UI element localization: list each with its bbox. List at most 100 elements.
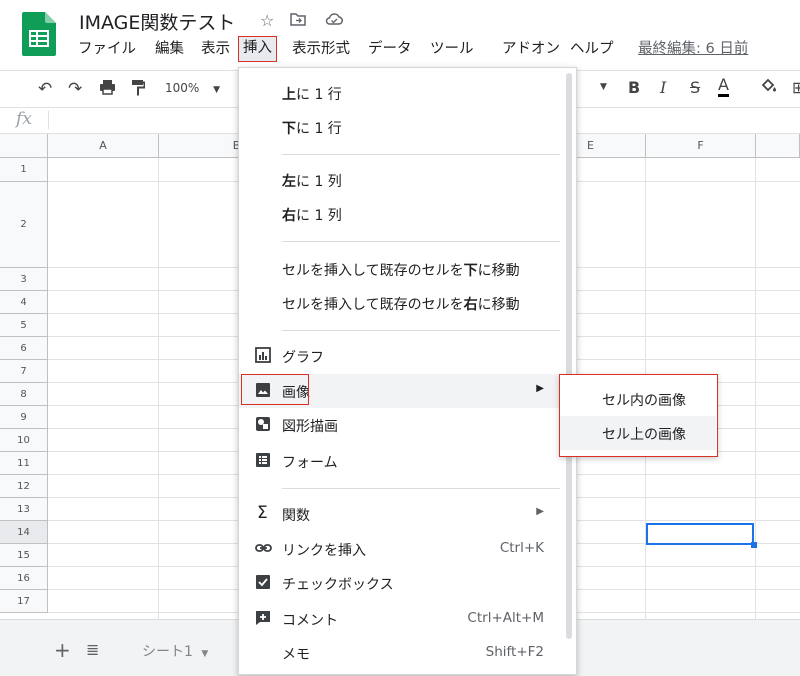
menu-file[interactable]: ファイル — [74, 36, 140, 62]
label-bold: 下 — [282, 121, 296, 137]
shortcut: Ctrl+K — [499, 540, 544, 556]
row-header-5[interactable]: 5 — [0, 314, 48, 337]
insert-column-left[interactable]: 左に 1 列 — [239, 163, 576, 197]
insert-checkbox[interactable]: チェックボックス — [239, 566, 576, 600]
row-header-15[interactable]: 15 — [0, 544, 48, 567]
row-header-3[interactable]: 3 — [0, 268, 48, 291]
fill-color-icon[interactable] — [760, 78, 778, 98]
row-header-8[interactable]: 8 — [0, 383, 48, 406]
label: セル上の画像 — [602, 427, 686, 443]
app-header: IMAGE関数テスト ☆ ファイル 編集 表示 挿入 表示形式 データ ツール … — [0, 0, 800, 70]
selected-cell-f14[interactable] — [646, 523, 754, 545]
borders-icon[interactable]: ⊞ — [792, 78, 800, 97]
insert-row-above[interactable]: 上に 1 行 — [239, 76, 576, 110]
row-header-2[interactable]: 2 — [0, 182, 48, 268]
menu-insert[interactable]: 挿入 — [238, 36, 277, 62]
sheets-logo-icon[interactable] — [22, 12, 56, 56]
checkbox-icon — [255, 574, 272, 591]
insert-function[interactable]: Σ 関数 ▶ — [239, 497, 576, 531]
label-rest: に 1 行 — [296, 121, 342, 137]
insert-cells-shift-down[interactable]: セルを挿入して既存のセルを下に移動 — [239, 252, 576, 286]
menu-separator — [282, 330, 560, 331]
strikethrough-icon[interactable]: S — [690, 78, 700, 97]
label-rest: に 1 列 — [296, 208, 342, 224]
label: チェックボックス — [282, 577, 394, 593]
row-header-12[interactable]: 12 — [0, 475, 48, 498]
label-pre: セルを挿入して既存のセルを — [282, 297, 464, 313]
menu-separator — [282, 488, 560, 489]
link-icon — [255, 540, 272, 557]
all-sheets-icon[interactable]: ≣ — [86, 640, 99, 659]
insert-column-right[interactable]: 右に 1 列 — [239, 197, 576, 231]
form-icon — [255, 452, 272, 469]
insert-link[interactable]: リンクを挿入 Ctrl+K — [239, 532, 576, 566]
row-header-13[interactable]: 13 — [0, 498, 48, 521]
fill-handle[interactable] — [751, 542, 757, 548]
submenu-arrow-icon: ▶ — [536, 383, 544, 394]
formula-divider — [48, 111, 49, 129]
last-edit-link[interactable]: 最終編集: 6 日前 — [634, 36, 752, 62]
row-header-14[interactable]: 14 — [0, 521, 48, 544]
row-header-17[interactable]: 17 — [0, 590, 48, 613]
row-header-7[interactable]: 7 — [0, 360, 48, 383]
menu-view[interactable]: 表示 — [197, 36, 234, 62]
column-header-a[interactable]: A — [48, 134, 159, 158]
insert-chart[interactable]: グラフ — [239, 339, 576, 373]
menu-format[interactable]: 表示形式 — [288, 36, 354, 62]
row-header-10[interactable]: 10 — [0, 429, 48, 452]
sheet-tab-1[interactable]: シート1 ▼ — [128, 632, 228, 672]
row-header-9[interactable]: 9 — [0, 406, 48, 429]
insert-row-below[interactable]: 下に 1 行 — [239, 110, 576, 144]
select-all-corner[interactable] — [0, 134, 48, 158]
paint-format-icon[interactable] — [131, 79, 146, 101]
insert-comment[interactable]: コメント Ctrl+Alt+M — [239, 602, 576, 636]
fx-icon: fx — [16, 109, 32, 129]
label: 関数 — [282, 508, 310, 524]
row-header-6[interactable]: 6 — [0, 337, 48, 360]
insert-note[interactable]: メモ Shift+F2 — [239, 636, 576, 670]
label-pre: セルを挿入して既存のセルを — [282, 263, 464, 279]
menu-separator — [282, 241, 560, 242]
label-rest: に 1 行 — [296, 87, 342, 103]
add-sheet-icon[interactable]: + — [54, 638, 71, 662]
redo-icon[interactable]: ↷ — [68, 79, 82, 99]
label: メモ — [282, 647, 310, 663]
row-header-16[interactable]: 16 — [0, 567, 48, 590]
chart-icon — [255, 347, 272, 364]
menu-help[interactable]: ヘルプ — [566, 36, 618, 62]
insert-menu-dropdown: 上に 1 行 下に 1 行 左に 1 列 右に 1 列 セルを挿入して既存のセル… — [238, 67, 577, 675]
document-title[interactable]: IMAGE関数テスト — [79, 8, 235, 35]
label: リンクを挿入 — [282, 543, 366, 559]
chevron-down-icon[interactable]: ▼ — [600, 82, 607, 92]
shortcut: Ctrl+Alt+M — [467, 610, 544, 626]
label-bold: 右 — [463, 297, 478, 313]
column-header-f[interactable]: F — [646, 134, 756, 158]
text-color-icon[interactable]: A — [718, 76, 729, 97]
insert-drawing[interactable]: 図形描画 — [239, 408, 576, 442]
label: フォーム — [282, 455, 338, 471]
print-icon[interactable] — [99, 79, 116, 100]
undo-icon[interactable]: ↶ — [38, 79, 52, 99]
label-post: に移動 — [477, 263, 520, 279]
column-header-g[interactable] — [756, 134, 800, 158]
menu-addons[interactable]: アドオン — [498, 36, 564, 62]
star-icon[interactable]: ☆ — [260, 11, 274, 30]
drawing-icon — [255, 416, 272, 433]
submenu-arrow-icon: ▶ — [536, 506, 544, 517]
menu-edit[interactable]: 編集 — [151, 36, 188, 62]
insert-form[interactable]: フォーム — [239, 444, 576, 478]
image-in-cell[interactable]: セル内の画像 — [560, 382, 716, 416]
image-over-cells[interactable]: セル上の画像 — [560, 416, 716, 450]
cloud-status-icon[interactable] — [325, 11, 343, 30]
move-folder-icon[interactable] — [290, 11, 306, 30]
menu-tools[interactable]: ツール — [426, 36, 478, 62]
row-header-1[interactable]: 1 — [0, 158, 48, 182]
menu-scrollbar[interactable] — [566, 73, 572, 639]
italic-icon[interactable]: I — [660, 78, 666, 97]
zoom-select[interactable]: 100% ▼ — [165, 81, 220, 95]
bold-icon[interactable]: B — [628, 78, 640, 97]
row-header-4[interactable]: 4 — [0, 291, 48, 314]
menu-data[interactable]: データ — [364, 36, 416, 62]
row-header-11[interactable]: 11 — [0, 452, 48, 475]
insert-cells-shift-right[interactable]: セルを挿入して既存のセルを右に移動 — [239, 286, 576, 320]
